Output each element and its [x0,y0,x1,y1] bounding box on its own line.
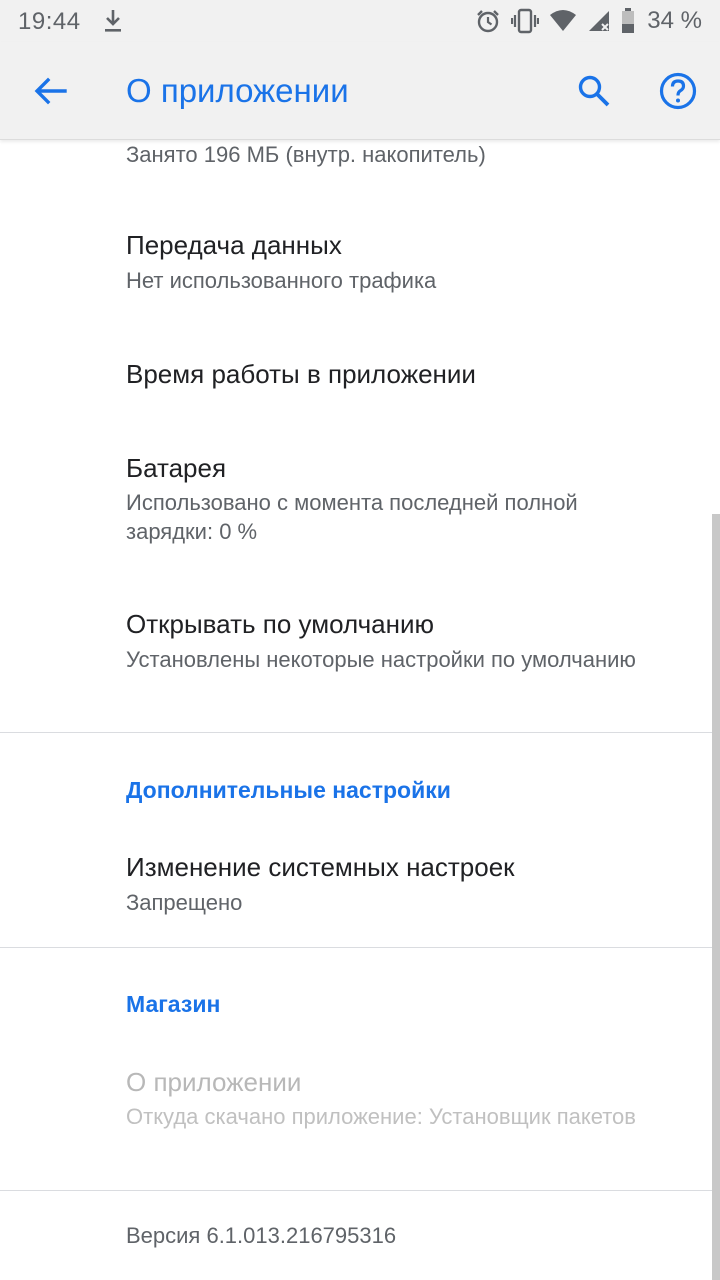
modify-settings-summary: Запрещено [126,890,243,915]
open-by-default-title[interactable]: Открывать по умолчанию [126,609,434,639]
battery-summary: Использовано с момента последней полной … [126,490,578,544]
status-bar: 19:44 34 % [0,0,720,42]
search-icon [578,75,610,107]
status-icons: 34 % [475,6,702,36]
battery-icon [622,8,635,33]
app-bar: О приложении [0,42,720,140]
download-icon [105,10,121,32]
scrollbar[interactable] [712,514,720,1280]
modify-settings-title[interactable]: Изменение системных настроек [126,852,515,882]
help-button[interactable] [654,67,702,115]
signal-icon [589,11,610,31]
divider [0,732,720,733]
back-button[interactable] [26,67,74,115]
wifi-icon [550,10,577,31]
battery-title[interactable]: Батарея [126,453,226,483]
screen-time-title[interactable]: Время работы в приложении [126,359,476,389]
page-title: О приложении [126,72,349,109]
divider [0,947,720,948]
alarm-icon [477,10,500,33]
help-icon [659,72,697,110]
data-usage-title[interactable]: Передача данных [126,230,342,260]
settings-list[interactable]: Занято 196 МБ (внутр. накопитель) Переда… [0,141,720,1280]
app-details-summary: Откуда скачано приложение: Установщик па… [126,1104,636,1129]
vibrate-icon [511,8,540,34]
app-details-title: О приложении [126,1067,302,1097]
advanced-header: Дополнительные настройки [126,777,451,803]
version-label: Версия 6.1.013.216795316 [126,1223,397,1248]
status-time: 19:44 [18,8,81,35]
data-usage-summary: Нет использованного трафика [126,268,437,293]
search-button[interactable] [570,67,618,115]
open-by-default-summary: Установлены некоторые настройки по умолч… [126,647,636,672]
battery-percent: 34 % [647,7,702,34]
store-header: Магазин [126,991,221,1017]
divider [0,1190,720,1191]
storage-summary[interactable]: Занято 196 МБ (внутр. накопитель) [126,141,666,169]
back-arrow-icon [34,77,67,105]
